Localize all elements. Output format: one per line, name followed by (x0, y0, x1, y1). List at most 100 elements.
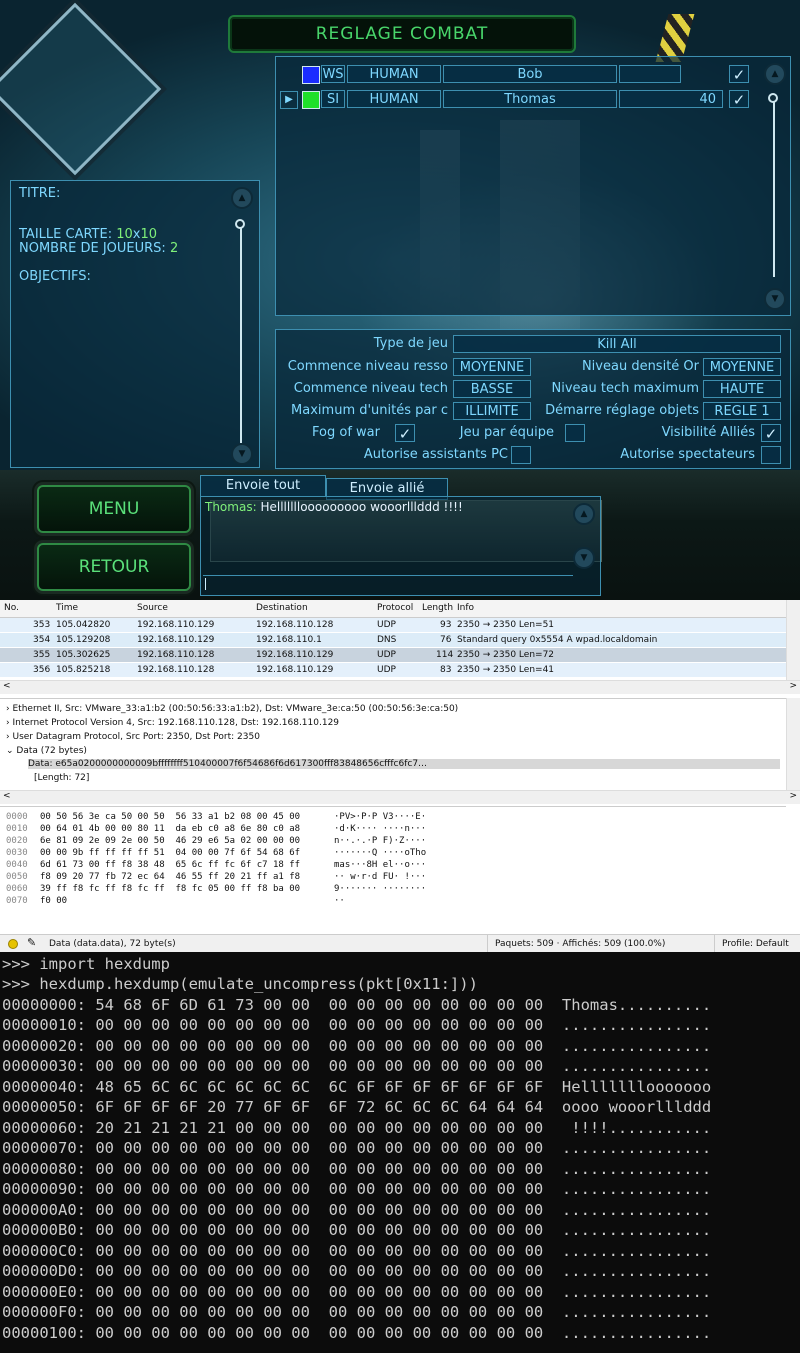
col-no[interactable]: No. (4, 603, 19, 613)
packet-row[interactable]: 354 105.129208 192.168.110.129 192.168.110.… (0, 633, 786, 647)
detail-udp[interactable]: › User Datagram Protocol, Src Port: 2350… (6, 732, 260, 742)
expert-info-icon[interactable] (8, 939, 18, 949)
col-source[interactable]: Source (137, 603, 168, 613)
details-hscrollbar[interactable]: < > (0, 790, 800, 804)
scroll-up-icon[interactable]: ▲ (573, 503, 595, 525)
details-scrollbar[interactable] (786, 698, 800, 790)
gold-density-select[interactable]: MOYENNE (703, 358, 781, 376)
hex-ascii[interactable]: ·· w·r·d FU· !··· (334, 872, 426, 882)
team-play-label: Jeu par équipe (459, 425, 554, 440)
scroll-down-icon[interactable]: ▼ (231, 443, 253, 465)
collapse-chevron-icon[interactable]: ⌄ (6, 746, 14, 756)
player-type[interactable]: HUMAN (347, 90, 441, 108)
hex-bytes[interactable]: 00 00 9b ff ff ff ff 51 04 00 00 7f 6f 5… (40, 848, 300, 858)
player-value (619, 65, 681, 83)
spectators-checkbox[interactable] (761, 446, 781, 464)
player-color-swatch[interactable] (302, 66, 320, 84)
chat-input[interactable] (203, 575, 573, 592)
hex-offset: 0000 (6, 812, 28, 822)
hex-bytes[interactable]: f8 09 20 77 fb 72 ec 64 46 55 ff 20 21 f… (40, 872, 300, 882)
hex-bytes[interactable]: 00 64 01 4b 00 00 80 11 da eb c0 a8 6e 8… (40, 824, 300, 834)
play-arrow-icon[interactable]: ▶ (280, 91, 298, 109)
menu-button[interactable]: MENU (37, 485, 191, 533)
scroll-up-icon[interactable]: ▲ (231, 187, 253, 209)
expand-chevron-icon[interactable]: › (6, 704, 10, 714)
terminal-line: 00000030: 00 00 00 00 00 00 00 00 00 00 … (2, 1057, 712, 1075)
scroll-up-icon[interactable]: ▲ (764, 63, 786, 85)
terminal-line: 00000050: 6F 6F 6F 6F 20 77 6F 6F 6F 72 … (2, 1098, 712, 1116)
scroll-track[interactable] (240, 223, 242, 443)
scroll-left-icon[interactable]: < (3, 681, 11, 691)
max-tech-label: Niveau tech maximum (551, 381, 699, 396)
terminal-line: 000000C0: 00 00 00 00 00 00 00 00 00 00 … (2, 1242, 712, 1260)
tab-send-all[interactable]: Envoie tout (200, 475, 326, 497)
edit-comment-icon[interactable]: ✎ (27, 936, 36, 949)
fog-of-war-checkbox[interactable]: ✓ (395, 424, 415, 443)
player-ready-checkbox[interactable]: ✓ (729, 65, 749, 84)
gold-density-label: Niveau densité Or (581, 359, 699, 374)
ally-visibility-checkbox[interactable]: ✓ (761, 424, 781, 443)
detail-ip[interactable]: › Internet Protocol Version 4, Src: 192.… (6, 718, 339, 728)
max-units-select[interactable]: ILLIMITE (453, 402, 531, 420)
packet-list-scrollbar[interactable] (786, 600, 800, 680)
hex-bytes[interactable]: 6d 61 73 00 ff f8 38 48 65 6c ff fc 6f c… (40, 860, 300, 870)
start-tech-select[interactable]: BASSE (453, 380, 531, 398)
detail-ethernet[interactable]: › Ethernet II, Src: VMware_33:a1:b2 (00:… (6, 704, 458, 714)
hex-ascii[interactable]: n··.·.·P F)·Z···· (334, 836, 426, 846)
hex-bytes[interactable]: f0 00 (40, 896, 67, 906)
col-time[interactable]: Time (56, 603, 78, 613)
terminal-line: 00000010: 00 00 00 00 00 00 00 00 00 00 … (2, 1016, 712, 1034)
scroll-down-icon[interactable]: ▼ (764, 288, 786, 310)
max-units-label: Maximum d'unités par c (291, 403, 448, 418)
game-type-label: Type de jeu (373, 336, 448, 351)
scroll-thumb[interactable] (768, 93, 778, 103)
team-play-checkbox[interactable] (565, 424, 585, 442)
hex-ascii[interactable]: ·······Q ····oTho (334, 848, 426, 858)
page-title: REGLAGE COMBAT (228, 15, 576, 53)
col-protocol[interactable]: Protocol (377, 603, 413, 613)
packet-list-hscrollbar[interactable]: < > (0, 680, 800, 694)
scroll-right-icon[interactable]: > (789, 791, 797, 801)
hex-bytes[interactable]: 39 ff f8 fc ff f8 fc ff f8 fc 05 00 ff f… (40, 884, 300, 894)
scroll-right-icon[interactable]: > (789, 681, 797, 691)
hex-ascii[interactable]: ·PV>·P·P V3····E· (334, 812, 426, 822)
pc-assistants-checkbox[interactable] (511, 446, 531, 464)
scroll-thumb[interactable] (235, 219, 245, 229)
hex-bytes[interactable]: 6e 81 09 2e 09 2e 00 50 46 29 e6 5a 02 0… (40, 836, 300, 846)
status-profile[interactable]: Profile: Default (722, 939, 789, 949)
packet-row[interactable]: 353 105.042820 192.168.110.129 192.168.110.… (0, 618, 786, 632)
player-type[interactable]: HUMAN (347, 65, 441, 83)
scroll-left-icon[interactable]: < (3, 791, 11, 801)
player-ready-checkbox[interactable]: ✓ (729, 90, 749, 109)
hex-ascii[interactable]: ·· (334, 896, 345, 906)
detail-data[interactable]: ⌄ Data (72 bytes) (6, 746, 87, 756)
max-tech-select[interactable]: HAUTE (703, 380, 781, 398)
hex-ascii[interactable]: mas···8H el··o··· (334, 860, 426, 870)
player-color-swatch[interactable] (302, 91, 320, 109)
status-divider (487, 935, 488, 953)
scroll-track[interactable] (773, 97, 775, 277)
retour-button[interactable]: RETOUR (37, 543, 191, 591)
col-info[interactable]: Info (457, 603, 474, 613)
player-team[interactable]: WS (321, 65, 345, 83)
scroll-down-icon[interactable]: ▼ (573, 547, 595, 569)
expand-chevron-icon[interactable]: › (6, 732, 10, 742)
chat-message: Thomas: Helllllllooooooooo wooorlllddd !… (205, 500, 463, 514)
object-setting-select[interactable]: REGLE 1 (703, 402, 781, 420)
start-resource-select[interactable]: MOYENNE (453, 358, 531, 376)
packet-row[interactable]: 356 105.825218 192.168.110.128 192.168.110.… (0, 663, 786, 677)
player-team[interactable]: SI (321, 90, 345, 108)
col-destination[interactable]: Destination (256, 603, 308, 613)
detail-data-value[interactable]: Data: e65a0200000000009bffffffff51040000… (28, 759, 780, 769)
hex-ascii[interactable]: 9······· ········ (334, 884, 426, 894)
terminal-line: 00000100: 00 00 00 00 00 00 00 00 00 00 … (2, 1324, 712, 1342)
python-terminal[interactable]: >>> import hexdump >>> hexdump.hexdump(e… (0, 952, 800, 1353)
spectators-label: Autorise spectateurs (620, 447, 755, 462)
col-length[interactable]: Length (422, 603, 453, 613)
game-type-select[interactable]: Kill All (453, 335, 781, 353)
hex-bytes[interactable]: 00 50 56 3e ca 50 00 50 56 33 a1 b2 08 0… (40, 812, 300, 822)
hex-ascii[interactable]: ·d·K···· ····n··· (334, 824, 426, 834)
detail-data-length[interactable]: [Length: 72] (34, 773, 89, 783)
packet-row-selected[interactable]: 355 105.302625 192.168.110.128 192.168.110.… (0, 648, 786, 662)
expand-chevron-icon[interactable]: › (6, 718, 10, 728)
